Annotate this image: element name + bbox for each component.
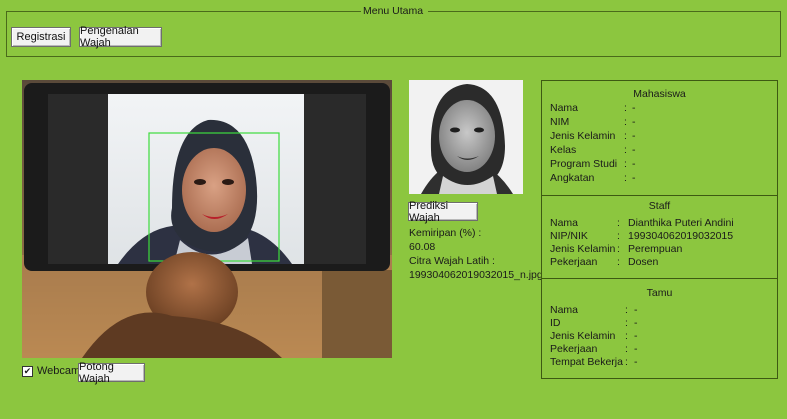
staff-row: Pekerjaan: Dosen [550,256,775,269]
mahasiswa-field-colon: : [624,158,627,170]
mahasiswa-field-value: - [632,172,636,184]
kemiripan-label: Kemiripan (%) : [409,227,482,239]
tamu-row: Nama: - [550,304,775,317]
mahasiswa-row: NIM: - [550,116,775,129]
tamu-field-colon: : [625,343,628,355]
staff-field-colon: : [617,243,620,255]
menu-frame-left [6,11,7,57]
webcam-checkbox[interactable]: ✔ [22,365,33,377]
tamu-field-label: Tempat Bekerja [550,356,623,368]
tamu-field-colon: : [625,330,628,342]
tamu-field-value: - [634,343,638,355]
potong-wajah-button[interactable]: Potong Wajah [78,361,145,385]
tamu-field-value: - [634,304,638,316]
mahasiswa-field-colon: : [624,144,627,156]
webcam-checkbox-group[interactable]: ✔ Webcam [22,365,80,377]
tamu-title: Tamu [646,287,673,299]
mahasiswa-field-label: Angkatan [550,172,595,184]
tamu-field-label: Pekerjaan [550,343,598,355]
staff-row: Nama: Dianthika Puteri Andini [550,217,775,230]
info-panel: Mahasiswa Nama: - NIM: - Jenis Kelamin: - Kela… [541,80,778,379]
webcam-feed [22,80,392,358]
tamu-field-label: Jenis Kelamin [550,330,616,342]
mahasiswa-field-value: - [632,158,636,170]
menu-frame-top-left [6,11,361,12]
tamu-field-colon: : [625,304,628,316]
mahasiswa-field-value: - [632,144,636,156]
tamu-row: ID: - [550,317,775,330]
staff-row: NIP/NIK:199304062019032015 [550,230,775,243]
mahasiswa-row: Angkatan: - [550,172,775,185]
tamu-row: Pekerjaan: - [550,343,775,356]
menu-frame-bottom [6,56,781,57]
citra-wajah-value: 199304062019032015_n.jpg [409,269,543,281]
kemiripan-value: 60.08 [409,241,436,253]
mahasiswa-field-label: Program Studi [550,158,618,170]
mahasiswa-field-value: - [632,102,636,114]
tamu-field-value: - [634,317,638,329]
tamu-field-value: - [634,356,638,368]
tamu-row: Tempat Bekerja: - [550,356,775,369]
mahasiswa-field-label: Nama [550,102,579,114]
mahasiswa-field-label: Jenis Kelamin [550,130,616,142]
staff-field-label: NIP/NIK [550,230,588,242]
staff-title: Staff [648,200,671,212]
mahasiswa-field-colon: : [624,130,627,142]
registrasi-button[interactable]: Registrasi [11,27,71,47]
mahasiswa-field-label: Kelas [550,144,577,156]
prediksi-wajah-button[interactable]: Prediksi Wajah [408,200,478,224]
staff-field-value: Dianthika Puteri Andini [628,217,734,229]
cropped-face-preview [409,80,523,194]
mahasiswa-field-value: - [632,130,636,142]
staff-field-value: 199304062019032015 [628,230,734,242]
tamu-field-label: Nama [550,304,579,316]
staff-field-label: Jenis Kelamin [550,243,616,255]
citra-wajah-label: Citra Wajah Latih : [409,255,495,267]
staff-field-colon: : [617,230,620,242]
mahasiswa-field-label: NIM [550,116,570,128]
separator-staff-tamu [542,278,777,279]
tamu-field-label: ID [550,317,561,329]
staff-field-label: Pekerjaan [550,256,598,268]
mahasiswa-field-colon: : [624,102,627,114]
webcam-label: Webcam [37,365,81,377]
staff-field-value: Dosen [628,256,659,268]
mahasiswa-field-colon: : [624,116,627,128]
staff-row: Jenis Kelamin: Perempuan [550,243,775,256]
menu-title: Menu Utama [363,5,424,17]
mahasiswa-row: Nama: - [550,102,775,115]
staff-field-colon: : [617,256,620,268]
menu-frame-right [780,11,781,57]
separator-mahasiswa-staff [542,195,777,196]
staff-field-colon: : [617,217,620,229]
menu-frame-top-right [428,11,781,12]
mahasiswa-field-colon: : [624,172,627,184]
tamu-field-colon: : [625,356,628,368]
tamu-field-colon: : [625,317,628,329]
staff-field-label: Nama [550,217,579,229]
mahasiswa-row: Kelas: - [550,144,775,157]
mahasiswa-field-value: - [632,116,636,128]
mahasiswa-row: Program Studi: - [550,158,775,171]
staff-field-value: Perempuan [628,243,683,255]
pengenalan-wajah-button[interactable]: Pengenalan Wajah [79,25,162,49]
tamu-field-value: - [634,330,638,342]
tamu-row: Jenis Kelamin: - [550,330,775,343]
mahasiswa-title: Mahasiswa [633,88,686,100]
mahasiswa-row: Jenis Kelamin: - [550,130,775,143]
